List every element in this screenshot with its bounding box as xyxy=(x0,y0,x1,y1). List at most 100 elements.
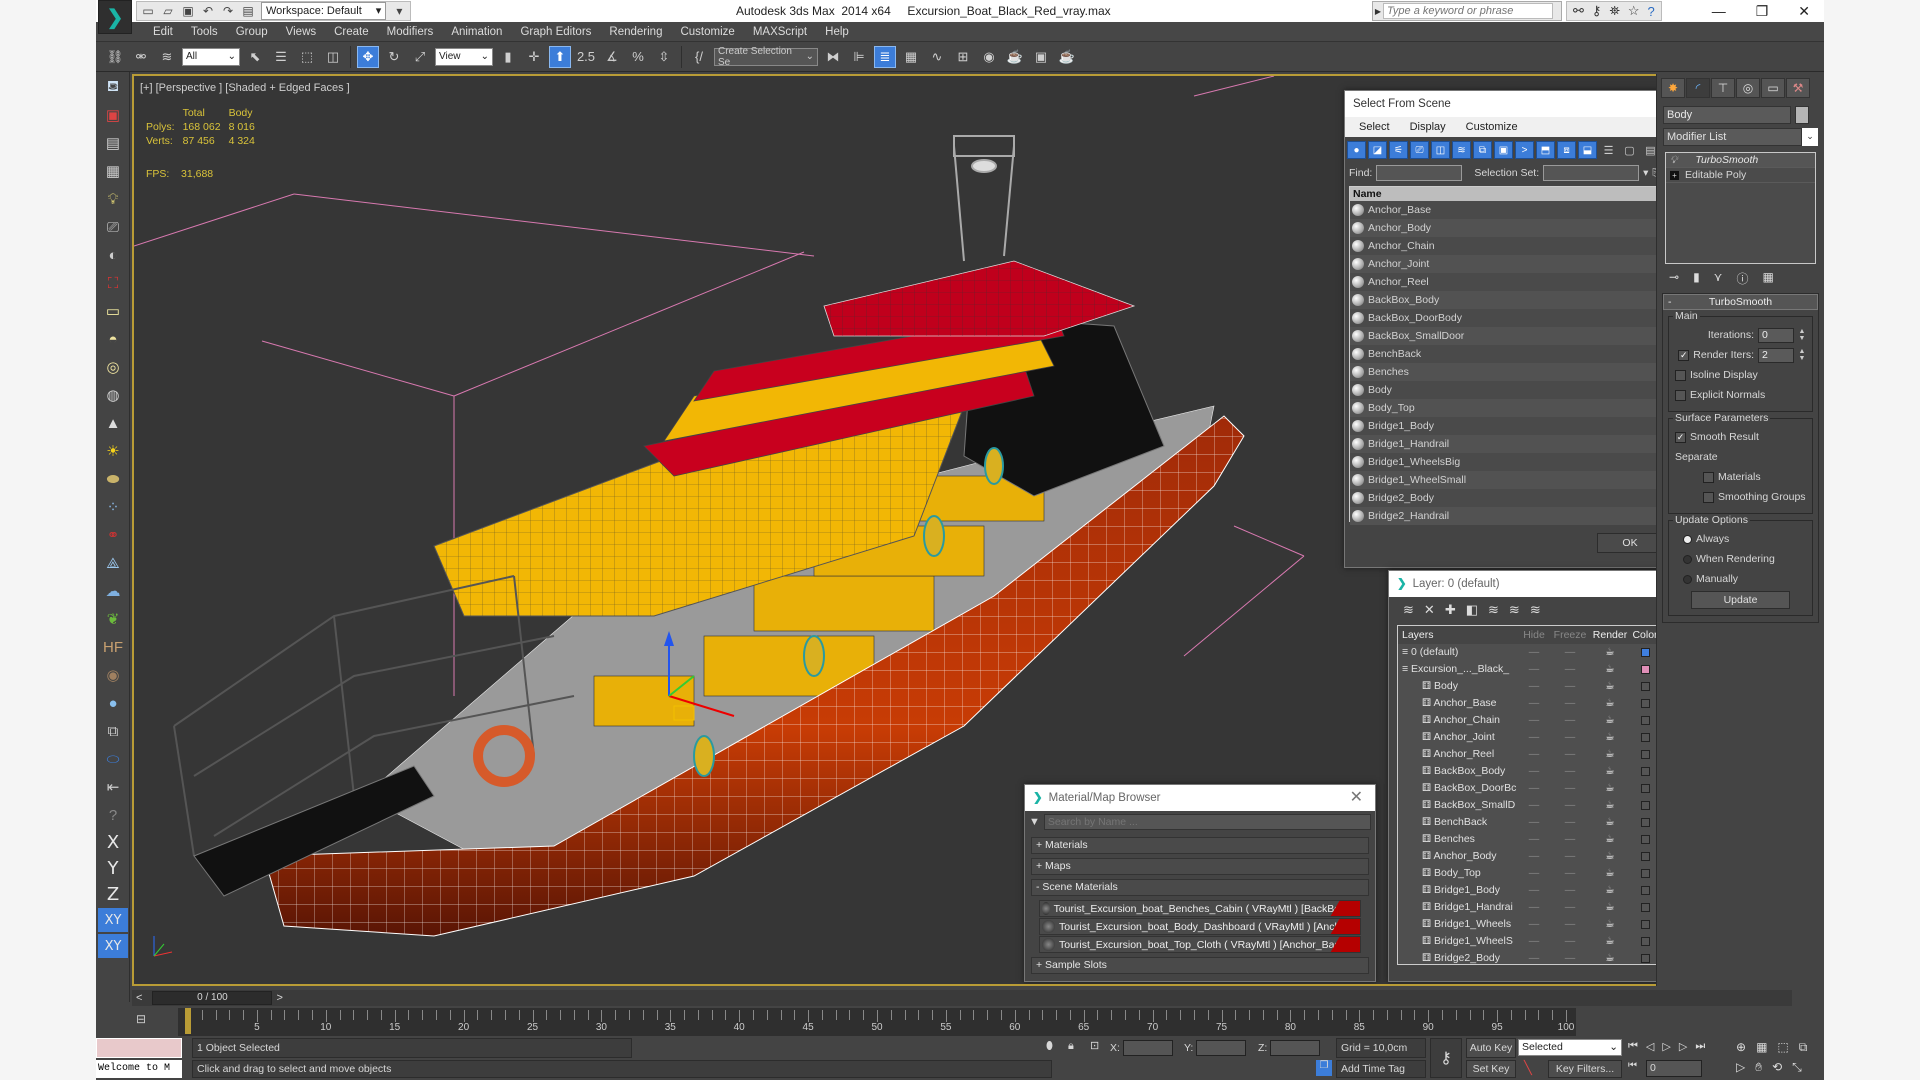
selection-filter-dropdown[interactable]: All ⌄ xyxy=(182,47,240,66)
curve-editor-icon[interactable]: ∿ xyxy=(926,46,948,68)
y-coordinate-input[interactable] xyxy=(1196,1040,1247,1056)
color-swatch[interactable] xyxy=(1640,852,1650,861)
render-teapot-icon[interactable]: ☕︎ xyxy=(1590,916,1630,933)
create-tab-icon[interactable]: ✸ xyxy=(1661,78,1685,98)
menu-rendering[interactable]: Rendering xyxy=(600,22,671,41)
select-all-icon[interactable]: ☰ xyxy=(1599,141,1618,159)
pivot-center-icon[interactable]: ▮ xyxy=(497,46,519,68)
hide-toggle[interactable]: — xyxy=(1518,780,1550,797)
display-groups-icon[interactable]: ⧉ xyxy=(1473,141,1492,159)
render-teapot-icon[interactable]: ☕︎ xyxy=(1590,644,1630,661)
prev-frame-arrow-icon[interactable]: < xyxy=(132,992,142,1004)
time-slider[interactable]: 0 / 100 xyxy=(152,991,273,1005)
star-icon[interactable]: ☆ xyxy=(1628,3,1640,19)
section-sample-slots[interactable]: + Sample Slots xyxy=(1031,957,1369,974)
hide-toggle[interactable]: — xyxy=(1518,678,1550,695)
scene-material-item[interactable]: Tourist_Excursion_boat_Top_Cloth ( VRayM… xyxy=(1039,936,1361,953)
geosphere-icon[interactable]: ◍ xyxy=(98,382,128,408)
select-highlighted-icon[interactable]: ◧ xyxy=(1466,602,1478,618)
lightbulb-icon[interactable]: 💡︎ xyxy=(1670,153,1677,168)
select-and-move-icon[interactable]: ✥ xyxy=(357,45,379,68)
constrain-x-button[interactable]: X xyxy=(98,830,128,854)
hide-toggle[interactable]: — xyxy=(1518,797,1550,814)
hide-toggle[interactable]: — xyxy=(1518,865,1550,882)
color-swatch[interactable] xyxy=(1640,954,1650,963)
next-frame-arrow-icon[interactable]: > xyxy=(272,992,282,1004)
maxscript-listener-output[interactable]: Welcome to M xyxy=(96,1060,182,1078)
auto-key-button[interactable]: Auto Key xyxy=(1466,1038,1516,1058)
dynamics-icon[interactable]: ⚭ xyxy=(98,522,128,548)
align-icon[interactable]: ⊫ xyxy=(848,46,870,68)
material-map-icon[interactable]: ⧉ xyxy=(98,718,128,744)
display-hidden-icon[interactable]: ⬓ xyxy=(1578,141,1597,159)
region-render-icon[interactable]: ⬭ xyxy=(98,746,128,772)
hide-toggle[interactable]: — xyxy=(1518,899,1550,916)
plane-primitive-icon[interactable]: ▭ xyxy=(98,298,128,324)
menu-animation[interactable]: Animation xyxy=(442,22,511,41)
freeze-toggle[interactable]: — xyxy=(1550,797,1590,814)
reference-coordinate-dropdown[interactable]: View ⌄ xyxy=(435,47,493,66)
color-swatch[interactable] xyxy=(1640,648,1650,657)
display-containers-icon[interactable]: ⬒ xyxy=(1536,141,1555,159)
display-shapes-icon[interactable]: ◪ xyxy=(1368,141,1387,159)
isoline-display-checkbox[interactable] xyxy=(1675,369,1686,381)
sphere-icon[interactable]: ⬬ xyxy=(98,466,128,492)
render-teapot-icon[interactable]: ☕︎ xyxy=(1590,933,1630,950)
display-cameras-icon[interactable]: ⎚ xyxy=(1410,141,1429,159)
teapot-icon[interactable]: ⛾ xyxy=(98,74,128,100)
display-spacewarps-icon[interactable]: ≋ xyxy=(1452,141,1471,159)
constrain-y-button[interactable]: Y xyxy=(98,856,128,880)
previous-frame-icon[interactable]: ◁ xyxy=(1646,1040,1654,1053)
set-key-button[interactable]: Set Key xyxy=(1466,1060,1516,1078)
freeze-unfreeze-all-icon[interactable]: ≋ xyxy=(1530,602,1541,618)
utilities-tab-icon[interactable]: ⚒ xyxy=(1786,78,1810,98)
object-name-input[interactable] xyxy=(1663,106,1791,124)
expand-plus-icon[interactable]: + xyxy=(1670,170,1679,180)
snap-xy-magnet-button[interactable]: XY xyxy=(98,934,128,958)
restore-icon[interactable]: ❐ xyxy=(1756,0,1769,22)
hemisphere-icon[interactable]: ◓ xyxy=(98,326,128,352)
menu-select[interactable]: Select xyxy=(1351,117,1398,137)
satellite-icon[interactable]: ⛯ xyxy=(1609,3,1619,19)
color-swatch[interactable] xyxy=(1640,920,1650,929)
freeze-toggle[interactable]: — xyxy=(1550,712,1590,729)
hide-toggle[interactable]: — xyxy=(1518,916,1550,933)
render-teapot-icon[interactable]: ☕︎ xyxy=(1590,865,1630,882)
render-teapot-icon[interactable]: ☕︎ xyxy=(1590,950,1630,967)
delete-layer-icon[interactable]: ✕ xyxy=(1424,602,1435,618)
set-keys-key-icon[interactable]: ⚷ xyxy=(1430,1038,1462,1078)
render-teapot-icon[interactable]: ☕︎ xyxy=(1590,712,1630,729)
menu-customize[interactable]: Customize xyxy=(671,22,743,41)
keyword-search-input[interactable] xyxy=(1383,3,1553,19)
smooth-result-checkbox[interactable]: ✓ xyxy=(1675,431,1686,443)
render-teapot-icon[interactable]: ☕︎ xyxy=(1590,899,1630,916)
menu-display[interactable]: Display xyxy=(1402,117,1454,137)
color-swatch[interactable] xyxy=(1640,869,1650,878)
modifier-list-dropdown[interactable]: Modifier List ⌄ xyxy=(1663,128,1818,146)
hide-toggle[interactable]: — xyxy=(1518,695,1550,712)
panel-icon[interactable]: ▤ xyxy=(98,130,128,156)
freeze-toggle[interactable]: — xyxy=(1550,899,1590,916)
display-lights-icon[interactable]: ⚟ xyxy=(1389,141,1408,159)
freeze-toggle[interactable]: — xyxy=(1550,865,1590,882)
camera-icon[interactable]: ⎚ xyxy=(98,214,128,240)
layer-explorer-icon[interactable]: ≣ xyxy=(874,45,896,68)
freeze-toggle[interactable]: — xyxy=(1550,916,1590,933)
constrain-z-button[interactable]: Z xyxy=(98,882,128,906)
video-camera-icon[interactable]: ⛶ xyxy=(98,270,128,296)
hide-toggle[interactable]: — xyxy=(1518,814,1550,831)
menu-group[interactable]: Group xyxy=(227,22,277,41)
create-layer-icon[interactable]: ≋ xyxy=(1403,602,1414,618)
zoom-icon[interactable]: ⊕ xyxy=(1736,1040,1746,1055)
update-when-rendering-radio[interactable] xyxy=(1683,554,1692,564)
update-manually-radio[interactable] xyxy=(1683,574,1692,584)
binoculars-icon[interactable]: ⚯ xyxy=(1573,3,1584,19)
open-file-icon[interactable]: ▱ xyxy=(161,4,175,18)
key-icon[interactable]: ⚷ xyxy=(1592,3,1602,19)
qa-customize-icon[interactable]: ▾ xyxy=(392,4,406,18)
color-swatch[interactable] xyxy=(1640,682,1650,691)
render-teapot-icon[interactable]: ☕︎ xyxy=(1590,695,1630,712)
color-swatch[interactable] xyxy=(1640,716,1650,725)
select-and-link-icon[interactable]: ⛓ xyxy=(104,46,126,68)
freeze-toggle[interactable]: — xyxy=(1550,729,1590,746)
